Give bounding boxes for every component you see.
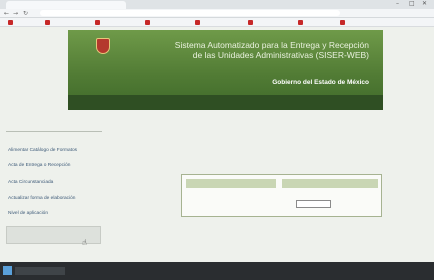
bookmark-item[interactable] [8, 19, 15, 26]
os-taskbar [0, 262, 434, 280]
column-header [186, 179, 276, 188]
taskbar-search[interactable] [15, 267, 65, 275]
back-icon[interactable]: ← [4, 10, 9, 17]
bookmark-item[interactable] [45, 19, 52, 26]
browser-tab[interactable] [6, 1, 126, 9]
address-bar: ← → ↻ [0, 9, 434, 18]
close-icon[interactable]: ✕ [422, 0, 427, 7]
forward-icon[interactable]: → [13, 10, 18, 17]
bookmark-item[interactable] [95, 19, 102, 26]
government-subtitle: Gobierno del Estado de México [272, 79, 369, 86]
bookmark-icon [145, 20, 150, 25]
column-header [282, 179, 378, 188]
bookmark-icon [195, 20, 200, 25]
bookmark-icon [248, 20, 253, 25]
url-field[interactable] [40, 10, 340, 16]
shield-icon [96, 38, 110, 54]
bookmark-icon [45, 20, 50, 25]
sidebar-item-acta-circunstanciada[interactable]: Acta Circunstanciada [8, 180, 53, 185]
sidebar-item-catalogo[interactable]: Alimentar Catálogo de Formatos [8, 148, 77, 153]
title-bar: – □ ✕ [0, 0, 434, 9]
top-menu [68, 95, 383, 110]
maximize-icon[interactable]: □ [409, 0, 415, 7]
bookmark-icon [95, 20, 100, 25]
bookmark-item[interactable] [340, 19, 347, 26]
cursor-icon: ☝ [82, 238, 87, 247]
minimize-icon[interactable]: – [396, 0, 399, 7]
bookmark-icon [298, 20, 303, 25]
sidebar-divider [6, 131, 102, 132]
bookmark-item[interactable] [145, 19, 152, 26]
date-input[interactable] [296, 200, 331, 208]
sidebar-item-nivel-aplicacion[interactable]: Nivel de aplicación [8, 211, 48, 216]
bookmarks-bar [0, 18, 434, 27]
bookmark-item[interactable] [195, 19, 202, 26]
sidebar-item-forma-elaboracion[interactable]: Actualizar forma de elaboración [8, 196, 75, 201]
bookmark-item[interactable] [248, 19, 255, 26]
date-table [181, 174, 382, 217]
system-title: Sistema Automatizado para la Entrega y R… [174, 40, 369, 60]
bookmark-item[interactable] [298, 19, 305, 26]
sidebar-item-acta-entrega[interactable]: Acta de Entrega o Recepción [8, 163, 70, 168]
browser-window: – □ ✕ ← → ↻ Sistema Automatizado para la… [0, 0, 434, 280]
reload-icon[interactable]: ↻ [23, 10, 28, 17]
bookmark-icon [340, 20, 345, 25]
windows-start-icon[interactable] [3, 266, 12, 275]
bookmark-icon [8, 20, 13, 25]
state-logo [88, 38, 118, 74]
